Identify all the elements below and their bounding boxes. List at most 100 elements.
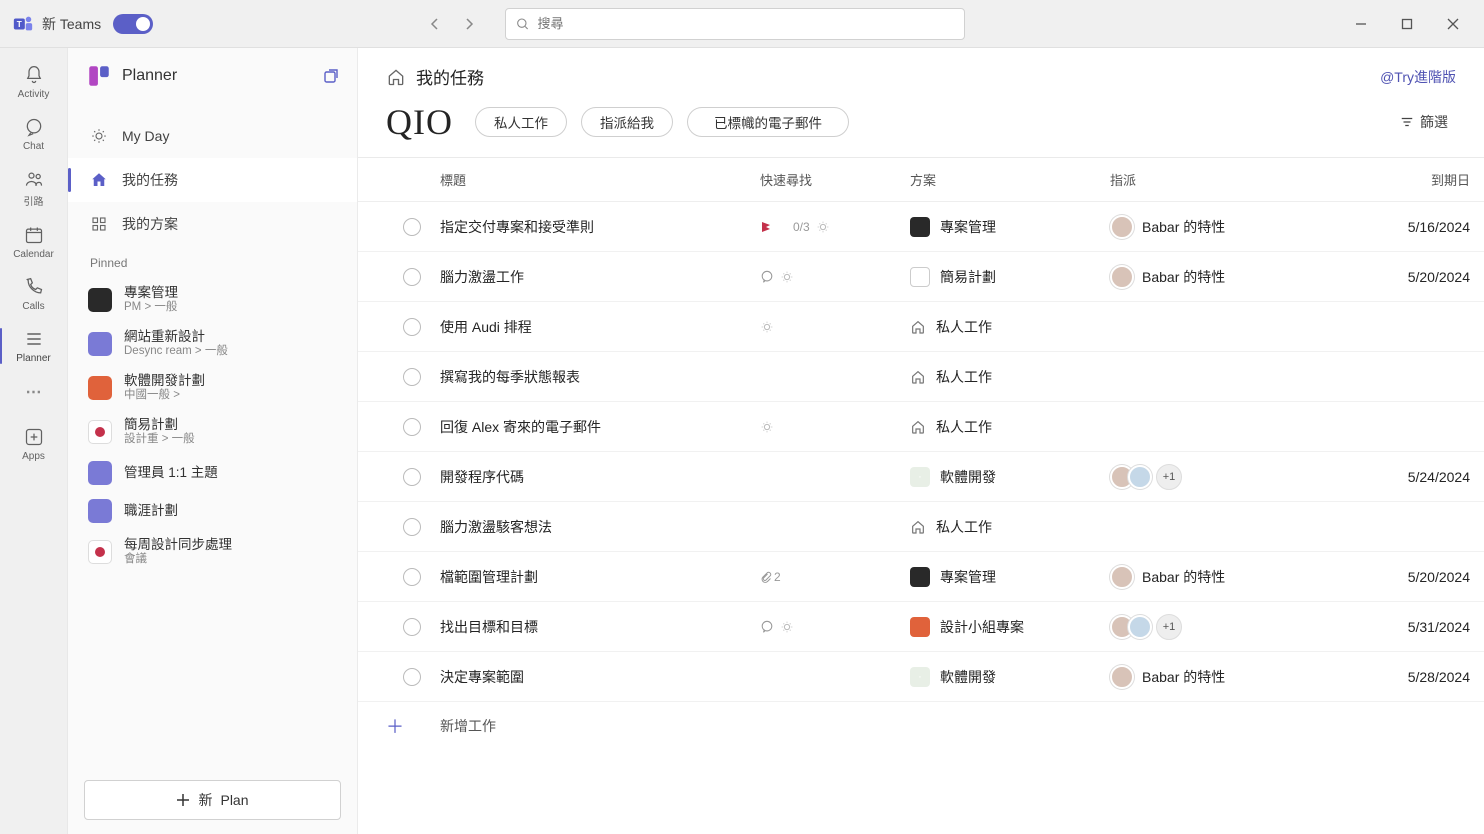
rail-chat[interactable]: Chat (0, 108, 68, 160)
tab-flagged[interactable]: 已標幟的電子郵件 (687, 107, 849, 137)
task-row[interactable]: 腦力激盪駭客想法 私人工作 (358, 502, 1484, 552)
sidebar-my-day[interactable]: My Day (68, 114, 357, 158)
complete-checkbox[interactable] (403, 268, 421, 286)
tab-assigned[interactable]: 指派給我 (581, 107, 673, 137)
rail-calls[interactable]: Calls (0, 268, 68, 320)
sidebar-my-plans[interactable]: 我的方案 (68, 202, 357, 246)
task-row[interactable]: 開發程序代碼 ·軟體開發 +1 5/24/2024 (358, 452, 1484, 502)
assignee-cell[interactable]: +1 (1110, 614, 1370, 640)
col-due[interactable]: 到期日 (1370, 170, 1470, 189)
col-plan[interactable]: 方案 (910, 170, 1110, 189)
pinned-plan[interactable]: 專案管理PM > 一般 (68, 278, 357, 322)
pinned-plan[interactable]: 管理員 1:1 主題 (68, 454, 357, 492)
task-title: 開發程序代碼 (440, 467, 760, 487)
assignee-cell[interactable]: +1 (1110, 464, 1370, 490)
plan-cell[interactable]: 專案管理 (910, 217, 1110, 237)
search-icon (516, 17, 529, 31)
task-row[interactable]: 指定交付專案和接受準則 0/3 專案管理 Babar 的特性 5/16/2024 (358, 202, 1484, 252)
plan-cell[interactable]: 簡易計劃 (910, 267, 1110, 287)
forward-button[interactable] (457, 12, 481, 36)
pinned-plan[interactable]: 職涯計劃 (68, 492, 357, 530)
plan-cell[interactable]: 私人工作 (910, 417, 1110, 437)
plan-cell[interactable]: ·軟體開發 (910, 467, 1110, 487)
sidebar-my-tasks[interactable]: 我的任務 (68, 158, 357, 202)
avatar (1110, 265, 1134, 289)
avatar (1110, 565, 1134, 589)
more-assignees[interactable]: +1 (1156, 464, 1182, 490)
maximize-button[interactable] (1384, 8, 1430, 40)
plan-icon: · (910, 467, 930, 487)
close-button[interactable] (1430, 8, 1476, 40)
complete-checkbox[interactable] (403, 618, 421, 636)
qio-label: QIO (386, 101, 453, 143)
quick-find-cell: 2 (760, 570, 910, 584)
back-button[interactable] (423, 12, 447, 36)
complete-checkbox[interactable] (403, 468, 421, 486)
plus-icon (176, 793, 190, 807)
pinned-plan[interactable]: 簡易計劃設計重 > 一般 (68, 410, 357, 454)
task-row[interactable]: 找出目標和目標 設計小組專案 +1 5/31/2024 (358, 602, 1484, 652)
sun-icon (88, 125, 110, 147)
pinned-plan[interactable]: 軟體開發計劃中國一般 > (68, 366, 357, 410)
search-bar[interactable] (505, 8, 965, 40)
plan-cell[interactable]: 專案管理 (910, 567, 1110, 587)
task-row[interactable]: 檔範圍管理計劃 2 專案管理 Babar 的特性 5/20/2024 (358, 552, 1484, 602)
rail-calendar[interactable]: Calendar (0, 216, 68, 268)
add-task-plus-icon[interactable]: ＋ (384, 715, 406, 737)
task-row[interactable]: 回復 Alex 寄來的電子郵件 私人工作 (358, 402, 1484, 452)
complete-checkbox[interactable] (403, 218, 421, 236)
search-input[interactable] (537, 16, 954, 31)
light-icon (780, 620, 794, 634)
comment-icon (760, 270, 774, 284)
pinned-plan[interactable]: 網站重新設計Desync ream > 一般 (68, 322, 357, 366)
try-premium-link[interactable]: @Try進階版 (1380, 67, 1456, 87)
plan-cell[interactable]: ·軟體開發 (910, 667, 1110, 687)
plan-cell[interactable]: 私人工作 (910, 367, 1110, 387)
new-plan-button[interactable]: 新 Plan (84, 780, 341, 820)
page-title: 我的任務 (416, 64, 484, 89)
quick-find-cell (760, 420, 910, 434)
task-row[interactable]: 使用 Audi 排程 私人工作 (358, 302, 1484, 352)
popout-icon[interactable] (323, 68, 339, 84)
task-row[interactable]: 撰寫我的每季狀態報表 私人工作 (358, 352, 1484, 402)
complete-checkbox[interactable] (403, 418, 421, 436)
tab-private[interactable]: 私人工作 (475, 107, 567, 137)
plan-cell[interactable]: 私人工作 (910, 517, 1110, 537)
plan-color-icon (88, 376, 112, 400)
assignee-cell[interactable]: Babar 的特性 (1110, 265, 1370, 289)
rail-planner[interactable]: Planner (0, 320, 68, 372)
pinned-plan[interactable]: 每周設計同步處理會議 (68, 530, 357, 574)
plan-color-icon (88, 461, 112, 485)
rail-teams[interactable]: 引路 (0, 160, 68, 216)
task-title: 決定專案範圍 (440, 667, 760, 687)
col-assign[interactable]: 指派 (1110, 170, 1370, 189)
filter-button[interactable]: 篩選 (1392, 108, 1456, 136)
plan-cell[interactable]: 設計小組專案 (910, 617, 1110, 637)
more-assignees[interactable]: +1 (1156, 614, 1182, 640)
col-quick[interactable]: 快速尋找 (760, 170, 910, 189)
task-title: 腦力激盪駭客想法 (440, 517, 760, 537)
assignee-cell[interactable]: Babar 的特性 (1110, 565, 1370, 589)
complete-checkbox[interactable] (403, 318, 421, 336)
plan-color-icon (88, 332, 112, 356)
complete-checkbox[interactable] (403, 368, 421, 386)
complete-checkbox[interactable] (403, 668, 421, 686)
rail-activity[interactable]: Activity (0, 56, 68, 108)
plan-icon (910, 567, 930, 587)
comment-icon (760, 620, 774, 634)
rail-apps[interactable]: Apps (0, 418, 68, 470)
task-row[interactable]: 決定專案範圍 ·軟體開發 Babar 的特性 5/28/2024 (358, 652, 1484, 702)
task-row[interactable]: 腦力激盪工作 簡易計劃 Babar 的特性 5/20/2024 (358, 252, 1484, 302)
light-icon (760, 420, 774, 434)
complete-checkbox[interactable] (403, 568, 421, 586)
assignee-cell[interactable]: Babar 的特性 (1110, 215, 1370, 239)
col-title[interactable]: 標題 (440, 170, 760, 189)
assignee-cell[interactable]: Babar 的特性 (1110, 665, 1370, 689)
title-bar: T 新 Teams (0, 0, 1484, 48)
rail-more[interactable]: ⋯ (26, 372, 42, 412)
add-task-row[interactable]: ＋ 新增工作 (358, 702, 1484, 750)
plan-cell[interactable]: 私人工作 (910, 317, 1110, 337)
complete-checkbox[interactable] (403, 518, 421, 536)
new-teams-toggle[interactable] (113, 14, 153, 34)
minimize-button[interactable] (1338, 8, 1384, 40)
